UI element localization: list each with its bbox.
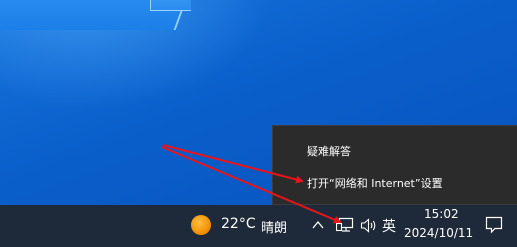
weather-temperature[interactable]: 22°C [221, 216, 256, 232]
menu-item-open-network-settings[interactable]: 打开“网络和 Internet”设置 [273, 169, 517, 199]
ime-indicator[interactable]: 英 [382, 216, 396, 236]
menu-item-troubleshoot[interactable]: 疑难解答 [273, 137, 517, 167]
network-context-menu: 疑难解答 打开“网络和 Internet”设置 [272, 125, 517, 205]
clock-time[interactable]: 15:02 [424, 207, 459, 221]
notification-icon[interactable] [485, 216, 503, 234]
sun-icon[interactable] [191, 215, 211, 235]
volume-icon[interactable] [360, 217, 378, 234]
network-icon[interactable] [336, 217, 354, 234]
chevron-up-icon[interactable] [312, 220, 324, 230]
weather-condition[interactable]: 晴朗 [261, 217, 287, 236]
taskbar: 22°C 晴朗 英 15:02 2024/10/11 [0, 205, 517, 247]
wallpaper-panel [150, 0, 191, 11]
clock-date[interactable]: 2024/10/11 [404, 226, 473, 240]
